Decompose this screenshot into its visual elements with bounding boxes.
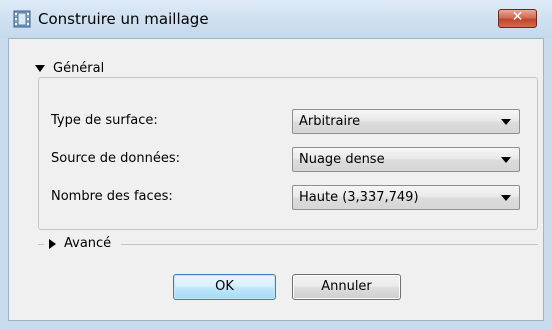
chevron-down-icon [501, 195, 511, 201]
general-section-toggle[interactable]: Général [31, 61, 111, 76]
chevron-down-icon [501, 119, 511, 125]
ok-button[interactable]: OK [173, 274, 276, 300]
face-count-label: Nombre des faces: [51, 189, 173, 204]
cancel-button[interactable]: Annuler [292, 274, 401, 300]
data-source-select[interactable]: Nuage dense [292, 147, 520, 172]
advanced-separator-right [121, 244, 538, 245]
general-section-label: Général [53, 61, 105, 76]
close-button[interactable]: ✕ [498, 9, 537, 28]
surface-type-value: Arbitraire [299, 114, 361, 129]
dialog-window: Construire un maillage ✕ Général Type de… [0, 0, 552, 329]
surface-type-select[interactable]: Arbitraire [292, 109, 520, 134]
advanced-separator-left [38, 244, 44, 245]
data-source-value: Nuage dense [299, 152, 385, 167]
dialog-body: Général Type de surface: Arbitraire Sour… [8, 38, 544, 321]
close-icon: ✕ [511, 9, 524, 25]
advanced-section-toggle[interactable]: Avancé [49, 236, 111, 251]
window-title: Construire un maillage [38, 10, 209, 28]
face-count-value: Haute (3,337,749) [299, 190, 419, 205]
chevron-down-icon [501, 157, 511, 163]
face-count-select[interactable]: Haute (3,337,749) [292, 185, 520, 210]
data-source-label: Source de données: [51, 151, 180, 166]
expand-arrow-icon [35, 65, 45, 72]
collapse-arrow-icon [49, 238, 56, 249]
film-icon [13, 10, 31, 28]
advanced-section-label: Avancé [64, 236, 112, 251]
surface-type-label: Type de surface: [51, 113, 158, 128]
title-bar[interactable]: Construire un maillage ✕ [0, 0, 552, 38]
